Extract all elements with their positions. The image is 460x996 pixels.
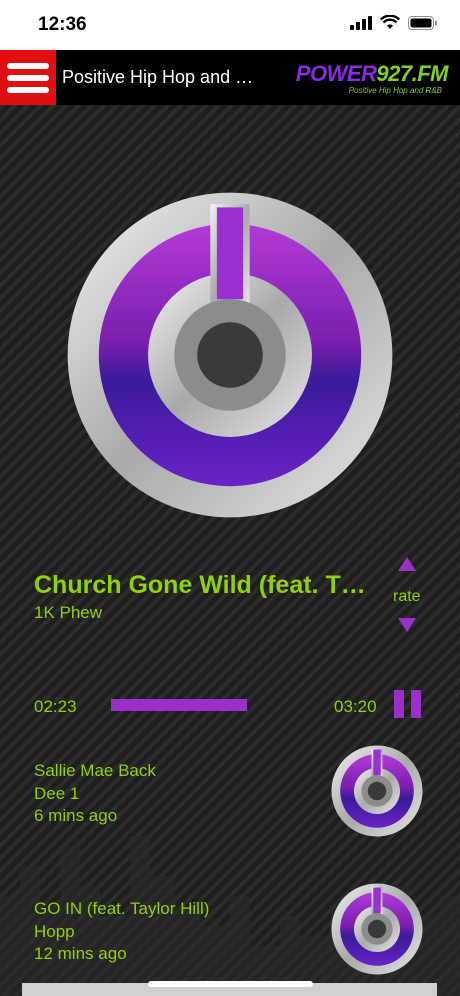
progress-bar xyxy=(111,699,247,711)
triangle-down-icon[interactable] xyxy=(398,618,416,632)
history-title: Sallie Mae Back xyxy=(34,761,156,780)
history-time: 12 mins ago xyxy=(34,944,127,963)
album-art-disc xyxy=(67,192,393,518)
app-header: Positive Hip Hop and … POWER927.FM Posit… xyxy=(0,50,460,105)
history-artist: Dee 1 xyxy=(34,783,80,803)
history-text: GO IN (feat. Taylor Hill) Hopp 12 mins a… xyxy=(34,898,209,966)
status-icons xyxy=(350,15,438,30)
status-time: 12:36 xyxy=(38,14,87,35)
history-disc-icon xyxy=(331,745,423,837)
player-main: Church Gone Wild (feat. T… 1K Phew rate … xyxy=(0,105,460,996)
pause-button[interactable] xyxy=(394,690,422,718)
menu-button[interactable] xyxy=(0,50,56,105)
logo-wordmark: POWER927.FM xyxy=(295,61,449,86)
status-bar: 12:36 xyxy=(0,0,460,50)
wifi-icon xyxy=(380,15,400,29)
history-time: 6 mins ago xyxy=(34,806,118,825)
total-time: 03:20 xyxy=(334,697,377,716)
rate-label: rate xyxy=(393,588,421,605)
now-playing-title: Church Gone Wild (feat. T… xyxy=(34,571,366,599)
hamburger-icon-bar xyxy=(7,86,49,93)
history-title: GO IN (feat. Taylor Hill) xyxy=(34,899,210,918)
home-indicator[interactable] xyxy=(148,981,313,987)
history-text: Sallie Mae Back Dee 1 6 mins ago xyxy=(34,760,156,828)
history-item[interactable]: Sallie Mae Back Dee 1 6 mins ago xyxy=(0,745,460,870)
hamburger-icon-bar xyxy=(7,74,49,81)
logo-tagline: Positive Hip Hop and R&B xyxy=(348,86,442,95)
signal-icon xyxy=(350,15,372,30)
pause-icon-bar xyxy=(411,690,421,718)
station-title: Positive Hip Hop and … xyxy=(62,67,254,87)
elapsed-time: 02:23 xyxy=(34,697,77,716)
history-disc-icon xyxy=(331,883,423,975)
station-logo: POWER927.FM Positive Hip Hop and R&B xyxy=(296,61,449,97)
hamburger-icon xyxy=(7,62,49,69)
triangle-up-icon[interactable] xyxy=(398,557,416,571)
pause-icon xyxy=(394,690,404,718)
battery-icon xyxy=(408,15,437,30)
now-playing-artist: 1K Phew xyxy=(34,603,103,622)
history-artist: Hopp xyxy=(34,921,75,941)
